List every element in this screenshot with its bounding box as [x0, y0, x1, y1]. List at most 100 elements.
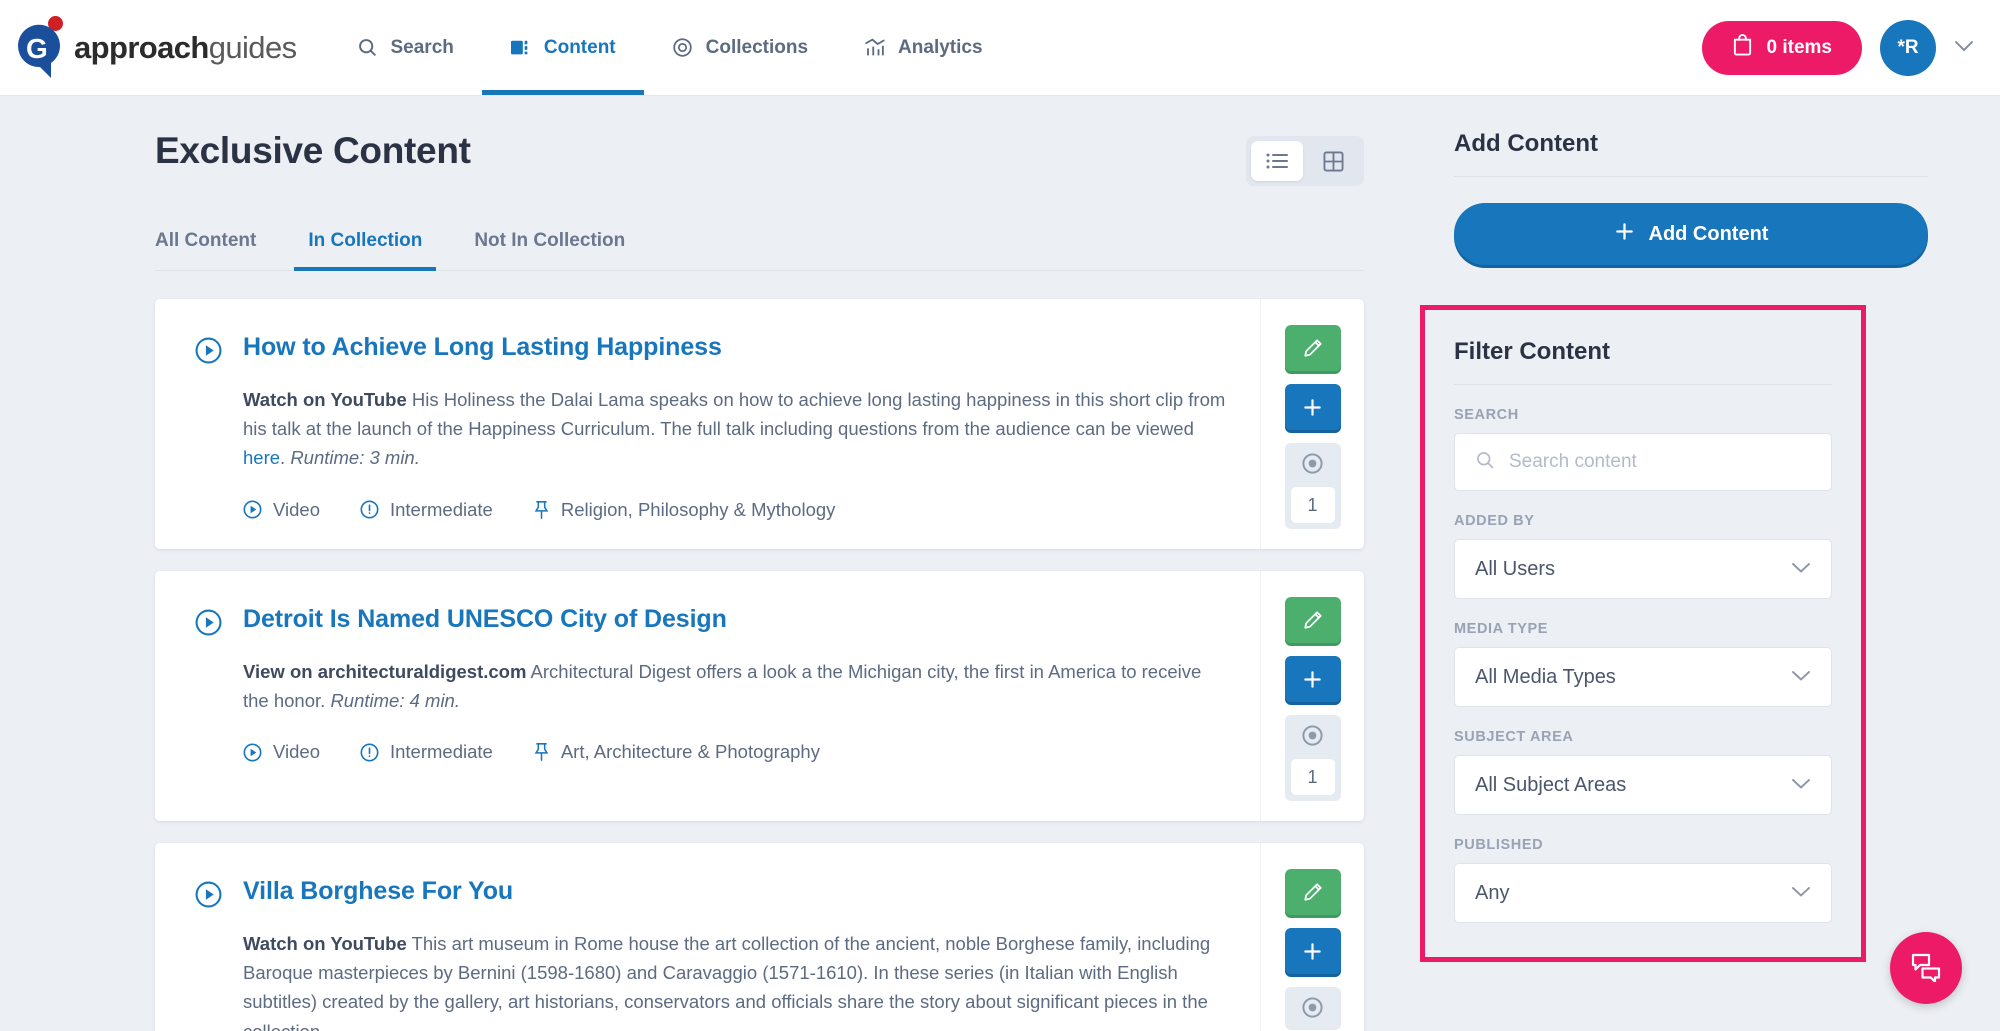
nav-label-search: Search: [390, 36, 454, 58]
nav-label-analytics: Analytics: [898, 36, 983, 58]
subject-area-field-label: SUBJECT AREA: [1454, 729, 1574, 745]
card-title[interactable]: Villa Borghese For You: [243, 877, 513, 906]
chevron-down-icon: [1791, 883, 1811, 903]
card-runtime: Runtime: 3 min.: [290, 447, 420, 469]
card-body: Villa Borghese For You Watch on YouTube …: [155, 843, 1260, 1031]
meta-level: Intermediate: [360, 741, 493, 763]
chat-support-button[interactable]: [1890, 932, 1962, 1004]
chevron-down-icon: [1791, 667, 1811, 687]
card-title[interactable]: How to Achieve Long Lasting Happiness: [243, 333, 722, 362]
search-field-label: SEARCH: [1454, 407, 1519, 423]
chevron-down-icon[interactable]: [1954, 37, 1974, 58]
nav-label-content: Content: [543, 36, 616, 58]
bar-chart-icon: [864, 37, 886, 59]
meta-media-type-label: Video: [273, 741, 320, 763]
play-circle-icon: [195, 337, 223, 369]
list-view-icon[interactable]: [1251, 141, 1303, 181]
card-desc-text-after: .: [280, 447, 291, 469]
added-by-field-label: ADDED BY: [1454, 513, 1535, 529]
target-circle-icon: [1301, 724, 1324, 752]
search-icon: [1475, 450, 1495, 475]
collection-count-badge[interactable]: 1: [1284, 715, 1341, 801]
page-header: Exclusive Content: [155, 130, 1364, 186]
chevron-down-icon: [1791, 775, 1811, 795]
meta-media-type: Video: [243, 741, 320, 763]
approachguides-g-balloon-logo-icon: G: [10, 15, 72, 80]
published-select[interactable]: Any: [1454, 863, 1832, 923]
collection-count-badge[interactable]: [1284, 987, 1341, 1030]
meta-media-type: Video: [243, 499, 320, 521]
chat-bubbles-icon: [1910, 952, 1942, 985]
level-gauge-icon: [360, 743, 379, 762]
subject-area-select[interactable]: All Subject Areas: [1454, 755, 1832, 815]
meta-level: Intermediate: [360, 499, 493, 521]
published-field-label: PUBLISHED: [1454, 837, 1544, 853]
add-content-button-label: Add Content: [1648, 222, 1769, 245]
search-input-wrapper[interactable]: [1454, 433, 1832, 491]
edit-button[interactable]: [1284, 325, 1341, 371]
tab-all-content[interactable]: All Content: [155, 230, 282, 270]
media-type-select[interactable]: All Media Types: [1454, 647, 1832, 707]
meta-subject-label: Religion, Philosophy & Mythology: [560, 498, 836, 520]
add-content-button[interactable]: Add Content: [1454, 203, 1928, 265]
card-inline-link[interactable]: here: [243, 447, 280, 468]
card-meta-row: Video Intermediate: [243, 741, 1230, 763]
top-navigation-bar: G approachguides Search Content Collecti…: [0, 0, 2000, 96]
filter-field-added-by: ADDED BY All Users: [1454, 513, 1832, 599]
card-description: View on architecturaldigest.com Architec…: [243, 657, 1230, 715]
content-card: How to Achieve Long Lasting Happiness Wa…: [155, 299, 1364, 549]
tab-not-in-collection[interactable]: Not In Collection: [448, 230, 651, 270]
brand-logo[interactable]: G approachguides: [10, 15, 297, 80]
view-toggle-group: [1246, 136, 1364, 186]
content-card: Detroit Is Named UNESCO City of Design V…: [155, 571, 1364, 821]
tab-in-collection[interactable]: In Collection: [282, 230, 448, 271]
brand-name-light: guides: [208, 29, 297, 65]
add-to-collection-button[interactable]: [1284, 384, 1341, 430]
add-to-collection-button[interactable]: [1284, 928, 1341, 974]
card-meta-row: Video Intermediate: [243, 499, 1230, 521]
card-source: Watch on YouTube: [243, 389, 407, 410]
published-value: Any: [1475, 881, 1510, 904]
meta-subject-label: Art, Architecture & Photography: [560, 741, 820, 763]
avatar[interactable]: *R: [1880, 19, 1936, 76]
filter-content-panel: Filter Content SEARCH ADDED BY All Users: [1420, 305, 1866, 962]
main-nav-items: Search Content Collections Analytics: [329, 0, 1011, 95]
meta-media-type-label: Video: [273, 498, 320, 520]
added-by-select[interactable]: All Users: [1454, 539, 1832, 599]
brand-name-bold: approach: [74, 29, 209, 65]
filter-field-published: PUBLISHED Any: [1454, 837, 1832, 923]
edit-button[interactable]: [1284, 869, 1341, 915]
collection-count-badge[interactable]: 1: [1284, 443, 1341, 529]
pin-icon: [533, 500, 550, 520]
nav-item-collections[interactable]: Collections: [644, 0, 836, 95]
card-runtime: Runtime: 4 min.: [330, 690, 460, 712]
target-circle-icon: [1301, 996, 1324, 1024]
top-nav-right-group: 0 items *R: [1701, 19, 2000, 76]
chevron-down-icon: [1791, 559, 1811, 579]
meta-level-label: Intermediate: [389, 498, 493, 520]
added-by-value: All Users: [1475, 557, 1556, 580]
nav-item-content[interactable]: Content: [481, 0, 644, 95]
search-input[interactable]: [1509, 451, 1811, 473]
edit-button[interactable]: [1284, 597, 1341, 643]
nav-item-analytics[interactable]: Analytics: [836, 0, 1010, 95]
media-type-value: All Media Types: [1475, 665, 1616, 688]
target-circle-icon: [1301, 452, 1324, 480]
play-circle-small-icon: [243, 500, 262, 519]
play-circle-icon: [195, 881, 223, 913]
page-body: Exclusive Content All Content In Collect…: [0, 96, 2000, 1031]
play-circle-small-icon: [243, 743, 262, 762]
grid-view-icon[interactable]: [1307, 141, 1359, 181]
cart-button[interactable]: 0 items: [1701, 20, 1862, 75]
card-body: Detroit Is Named UNESCO City of Design V…: [155, 571, 1260, 821]
add-to-collection-button[interactable]: [1284, 656, 1341, 702]
pin-icon: [533, 742, 550, 762]
nav-item-search[interactable]: Search: [329, 0, 482, 95]
card-title[interactable]: Detroit Is Named UNESCO City of Design: [243, 605, 727, 634]
page-title: Exclusive Content: [155, 130, 471, 171]
meta-subject: Religion, Philosophy & Mythology: [533, 498, 836, 521]
meta-subject: Art, Architecture & Photography: [533, 741, 820, 763]
play-circle-icon: [195, 609, 223, 641]
cart-items-label: 0 items: [1766, 36, 1832, 58]
brand-wordmark: approachguides: [74, 30, 297, 66]
